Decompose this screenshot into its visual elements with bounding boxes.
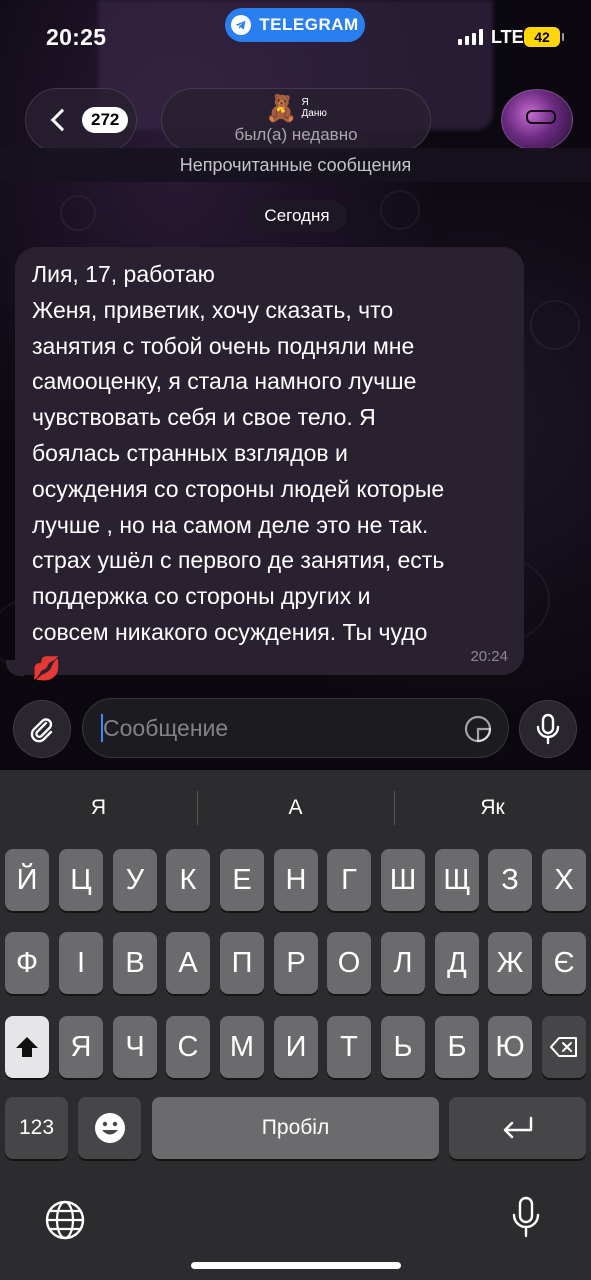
globe-icon[interactable] xyxy=(44,1199,86,1241)
contact-name-line2: Даню xyxy=(301,108,327,119)
key[interactable]: С xyxy=(166,1016,210,1078)
telegram-icon xyxy=(231,15,252,35)
keyboard: Я А Як Й Ц У К Е Н Г Ш Щ З Х Ф І В А П Р… xyxy=(0,770,591,1280)
numbers-key[interactable]: 123 xyxy=(5,1097,68,1159)
key[interactable]: Ф xyxy=(5,932,49,994)
shift-icon xyxy=(16,1037,38,1057)
key[interactable]: П xyxy=(220,932,264,994)
battery-icon: 42 xyxy=(524,27,564,47)
key[interactable]: Б xyxy=(435,1016,479,1078)
key[interactable]: Г xyxy=(327,849,371,911)
voice-message-button[interactable] xyxy=(519,700,577,758)
suggestion-item[interactable]: Я xyxy=(0,788,197,828)
space-key[interactable]: Пробіл xyxy=(152,1097,439,1159)
doodle-decoration xyxy=(60,195,96,231)
contact-emoji: 🧸 xyxy=(265,93,298,123)
network-type: LTE xyxy=(491,27,524,47)
incoming-message-bubble[interactable]: Лия, 17, работаю Женя, приветик, хочу ск… xyxy=(15,247,524,681)
status-time: 20:25 xyxy=(46,24,107,50)
battery-level: 42 xyxy=(534,29,550,45)
doodle-decoration xyxy=(530,300,580,350)
key[interactable]: Ь xyxy=(381,1016,425,1078)
home-indicator[interactable] xyxy=(191,1262,401,1269)
key[interactable]: О xyxy=(327,932,371,994)
key[interactable]: З xyxy=(488,849,532,911)
key[interactable]: И xyxy=(274,1016,318,1078)
key[interactable]: Ш xyxy=(381,849,425,911)
key[interactable]: Є xyxy=(542,932,586,994)
return-key[interactable] xyxy=(449,1097,586,1159)
telegram-pill-label: TELEGRAM xyxy=(259,15,359,34)
cellular-signal-icon xyxy=(458,29,483,45)
suggestion-item[interactable]: Як xyxy=(394,788,591,828)
avatar[interactable] xyxy=(501,89,573,151)
text-caret xyxy=(101,714,103,742)
composer-bar xyxy=(0,690,591,770)
key[interactable]: Ц xyxy=(59,849,103,911)
key[interactable]: І xyxy=(59,932,103,994)
back-button[interactable]: 272 xyxy=(25,88,137,152)
unread-messages-banner: Непрочитанные сообщения xyxy=(0,148,591,182)
chevron-left-icon xyxy=(50,108,74,132)
suggestion-bar: Я А Як xyxy=(0,788,591,828)
doodle-decoration xyxy=(380,190,420,230)
chat-title[interactable]: 🧸 Я Даню был(а) недавно xyxy=(161,88,431,152)
message-input[interactable] xyxy=(82,698,509,758)
key[interactable]: Я xyxy=(59,1016,103,1078)
emoji-key[interactable] xyxy=(78,1097,141,1159)
emoji-icon xyxy=(94,1113,125,1143)
attach-button[interactable] xyxy=(13,700,71,758)
sticker-icon[interactable] xyxy=(463,714,493,744)
suggestion-item[interactable]: А xyxy=(197,788,394,828)
key[interactable]: А xyxy=(166,932,210,994)
contact-status: был(а) недавно xyxy=(234,125,358,144)
unread-count-badge: 272 xyxy=(82,107,129,133)
message-time: 20:24 xyxy=(470,648,508,665)
microphone-icon xyxy=(536,713,560,745)
key[interactable]: Р xyxy=(274,932,318,994)
key[interactable]: М xyxy=(220,1016,264,1078)
key[interactable]: Ю xyxy=(488,1016,532,1078)
shift-key[interactable] xyxy=(5,1016,49,1078)
status-bar: 20:25 TELEGRAM LTE 42 xyxy=(0,0,591,70)
key[interactable]: Л xyxy=(381,932,425,994)
message-text: Лия, 17, работаю Женя, приветик, хочу ск… xyxy=(32,261,445,681)
key[interactable]: Д xyxy=(435,932,479,994)
key[interactable]: Щ xyxy=(435,849,479,911)
backspace-icon xyxy=(550,1037,577,1057)
key[interactable]: Е xyxy=(220,849,264,911)
date-separator: Сегодня xyxy=(247,200,347,232)
key[interactable]: Х xyxy=(542,849,586,911)
key[interactable]: К xyxy=(166,849,210,911)
key[interactable]: Ч xyxy=(113,1016,157,1078)
backspace-key[interactable] xyxy=(542,1016,586,1078)
key[interactable]: Ж xyxy=(488,932,532,994)
key[interactable]: В xyxy=(113,932,157,994)
return-to-telegram-pill[interactable]: TELEGRAM xyxy=(225,8,365,42)
contact-name-line1: Я xyxy=(301,97,309,108)
paperclip-icon xyxy=(30,718,53,743)
return-icon xyxy=(503,1116,532,1139)
key[interactable]: У xyxy=(113,849,157,911)
key[interactable]: Т xyxy=(327,1016,371,1078)
key[interactable]: Н xyxy=(274,849,318,911)
dictation-icon[interactable] xyxy=(510,1196,542,1240)
key[interactable]: Й xyxy=(5,849,49,911)
